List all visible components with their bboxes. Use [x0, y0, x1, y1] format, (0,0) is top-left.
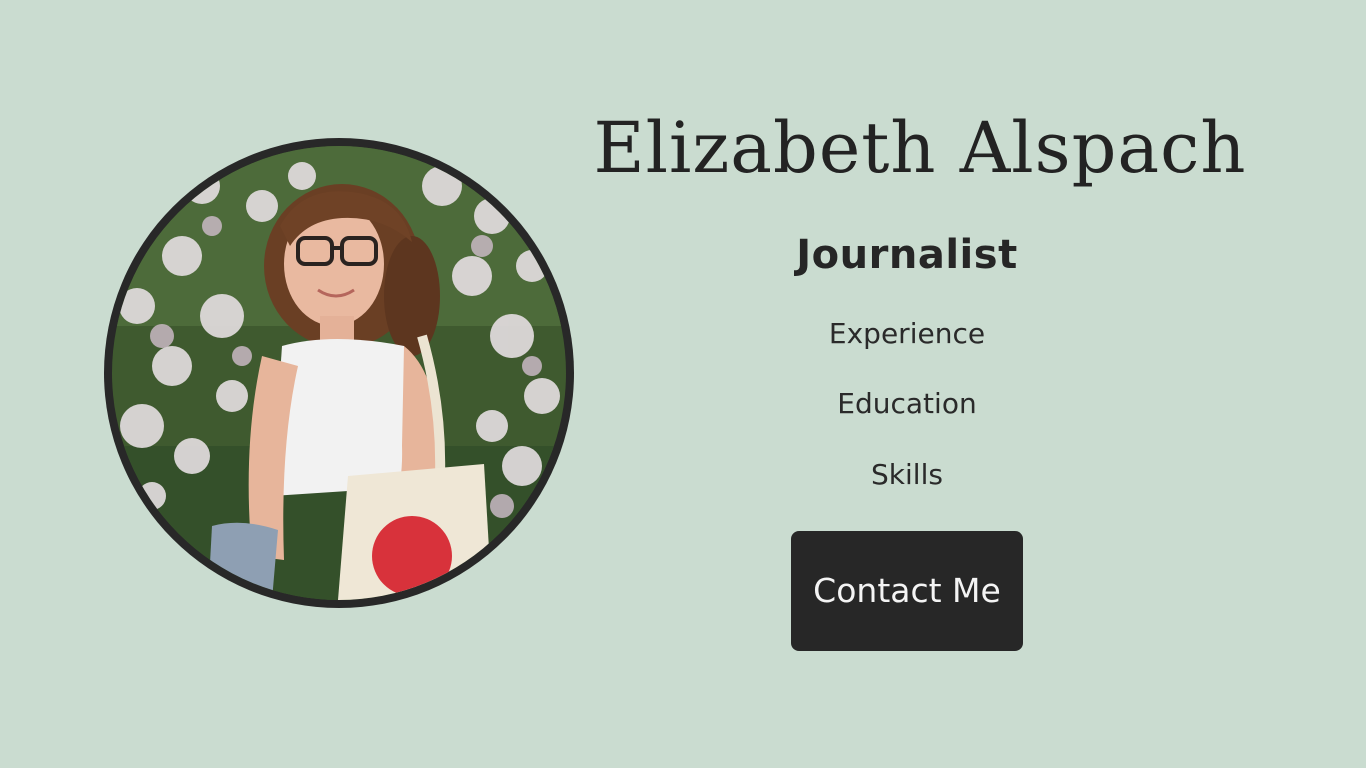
- nav-link-experience[interactable]: Experience: [757, 314, 1057, 354]
- profile-photo: [112, 146, 566, 600]
- profile-role: Journalist: [796, 232, 1018, 278]
- nav-link-education[interactable]: Education: [757, 384, 1057, 424]
- contact-me-button[interactable]: Contact Me: [791, 531, 1023, 651]
- nav-link-skills[interactable]: Skills: [757, 455, 1057, 495]
- profile-name: Elizabeth Alspach: [593, 107, 1247, 189]
- profile-photo-image: [112, 146, 566, 600]
- profile-photo-frame: [104, 138, 574, 608]
